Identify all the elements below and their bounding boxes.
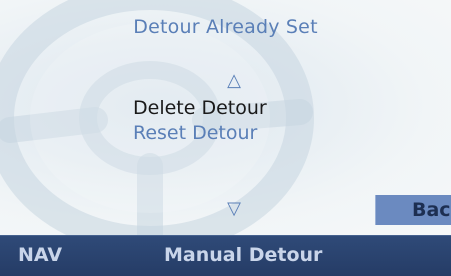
triangle-up-icon: △	[227, 70, 241, 91]
scroll-up-arrow[interactable]: △	[222, 72, 246, 90]
scroll-down-arrow[interactable]: ▽	[222, 200, 246, 218]
screen-title: Detour Already Set	[133, 16, 318, 38]
menu-item-reset-detour[interactable]: Reset Detour	[133, 121, 267, 146]
detour-menu-panel: Detour Already Set △ Delete Detour Reset…	[0, 0, 451, 235]
triangle-down-icon: ▽	[227, 198, 241, 219]
menu-item-delete-detour[interactable]: Delete Detour	[133, 96, 267, 121]
nav-screen: Detour Already Set △ Delete Detour Reset…	[0, 0, 451, 276]
route-status-label: Manual Detour	[164, 244, 323, 266]
nav-mode-label[interactable]: NAV	[18, 244, 62, 266]
back-button[interactable]: Back	[375, 195, 451, 225]
bottom-status-bar: NAV Manual Detour	[0, 235, 451, 276]
detour-options-list: Delete Detour Reset Detour	[133, 96, 267, 146]
